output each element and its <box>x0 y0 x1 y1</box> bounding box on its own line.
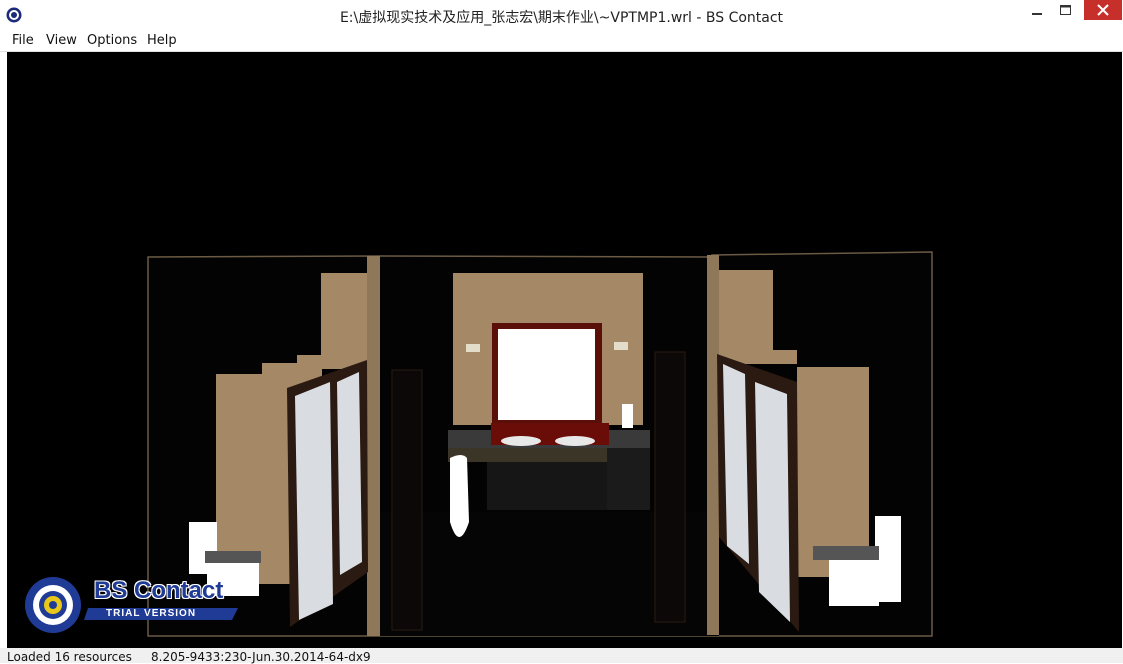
close-button[interactable] <box>1084 0 1122 20</box>
maximize-button[interactable] <box>1051 1 1080 21</box>
menu-view[interactable]: View <box>46 33 77 48</box>
minimize-icon <box>1032 13 1042 15</box>
window-title: E:\虚拟现实技术及应用_张志宏\期末作业\~VPTMP1.wrl - BS C… <box>339 10 784 26</box>
bathroom-scene <box>147 251 933 637</box>
menu-options[interactable]: Options <box>87 33 137 48</box>
minimize-button[interactable] <box>1023 1 1051 21</box>
bs-contact-logo: BS Contact TRIAL VERSION <box>24 574 239 636</box>
status-resources: Loaded 16 resources <box>7 650 132 664</box>
menu-help[interactable]: Help <box>147 33 177 48</box>
status-version: 8.205-9433:230-Jun.30.2014-64-dx9 <box>151 650 371 664</box>
title-bar: E:\虚拟现实技术及应用_张志宏\期末作业\~VPTMP1.wrl - BS C… <box>0 0 1123 31</box>
menu-bar: File View Options Help <box>0 31 1123 52</box>
menu-file[interactable]: File <box>12 33 34 48</box>
close-icon <box>1097 4 1109 16</box>
logo-trial-text: TRIAL VERSION <box>106 608 197 619</box>
status-bar: Loaded 16 resources 8.205-9433:230-Jun.3… <box>0 648 1123 664</box>
logo-brand-text: BS Contact <box>94 577 224 604</box>
maximize-icon <box>1060 5 1071 15</box>
3d-viewport[interactable] <box>7 52 1122 648</box>
